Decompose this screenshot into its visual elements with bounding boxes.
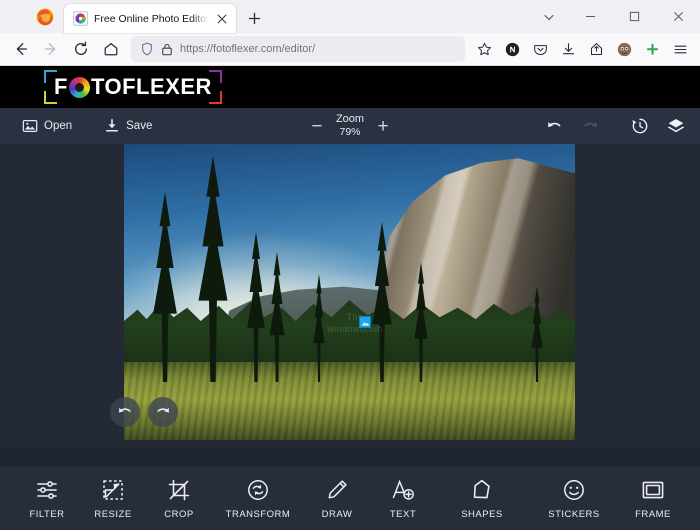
firefox-logo-icon <box>32 4 58 30</box>
canvas-watermark: The windowsclub <box>310 312 400 335</box>
home-icon[interactable] <box>96 35 125 64</box>
close-icon[interactable] <box>656 0 700 33</box>
editor-stage: The windowsclub <box>0 144 700 447</box>
account-avatar-icon[interactable] <box>611 35 638 64</box>
tool-label: RESIZE <box>94 509 132 520</box>
layers-icon[interactable] <box>666 116 686 136</box>
save-download-icon <box>104 118 120 134</box>
browser-window: Free Online Photo Editor | Foto <box>0 0 700 530</box>
notion-extension-icon[interactable] <box>499 35 526 64</box>
minimize-icon[interactable] <box>568 0 612 33</box>
tool-frame[interactable]: FRAME <box>620 477 686 520</box>
open-button-label: Open <box>44 120 73 132</box>
downloads-icon[interactable] <box>555 35 582 64</box>
padlock-icon[interactable] <box>161 43 173 56</box>
url-text[interactable]: https://fotoflexer.com/editor/ <box>180 43 315 55</box>
tool-label: STICKERS <box>548 509 600 520</box>
logo-bracket-bottom-left <box>44 91 57 104</box>
tab-title: Free Online Photo Editor | Foto <box>94 12 208 25</box>
redo-icon <box>580 116 600 136</box>
aperture-icon <box>68 76 90 98</box>
pentagon-icon <box>470 477 494 503</box>
zoom-value: 79% <box>339 126 361 139</box>
app-menu-icon[interactable] <box>667 35 694 64</box>
tool-draw[interactable]: DRAW <box>304 477 370 520</box>
tool-stickers[interactable]: STICKERS <box>528 477 620 520</box>
pocket-icon[interactable] <box>527 35 554 64</box>
forward-arrow-icon <box>36 35 65 64</box>
tools-toolbar: FILTER RESIZE CROP TRANSFORM DRAW TEXT S… <box>0 467 700 530</box>
logo-bracket-bottom-right <box>208 91 222 104</box>
save-button[interactable]: Save <box>96 114 160 138</box>
tool-resize[interactable]: RESIZE <box>80 477 146 520</box>
tool-shapes[interactable]: SHAPES <box>436 477 528 520</box>
reload-icon[interactable] <box>66 35 95 64</box>
plus-icon[interactable]: + <box>376 117 390 136</box>
zoom-readout: Zoom 79% <box>336 113 364 140</box>
zoom-label: Zoom <box>335 112 365 125</box>
star-icon[interactable] <box>471 35 498 64</box>
chevron-down-icon[interactable] <box>530 0 568 33</box>
tool-label: FILTER <box>29 509 65 520</box>
browser-titlebar: Free Online Photo Editor | Foto <box>0 0 700 33</box>
pencil-icon <box>325 477 349 503</box>
logo-bracket-top-right <box>208 70 222 83</box>
fotoflexer-aperture-icon <box>73 11 88 26</box>
crop-icon <box>167 477 191 503</box>
frame-icon <box>641 477 665 503</box>
tool-label: TEXT <box>389 509 417 520</box>
tool-corners[interactable]: CORNERS <box>686 477 700 520</box>
browser-navbar: https://fotoflexer.com/editor/ <box>0 33 700 66</box>
minus-icon[interactable]: − <box>310 117 324 136</box>
browser-tab[interactable]: Free Online Photo Editor | Foto <box>64 4 236 33</box>
tool-label: FRAME <box>635 509 671 520</box>
smiley-icon <box>562 477 586 503</box>
open-image-icon <box>22 118 38 134</box>
transform-icon <box>246 477 270 503</box>
open-button[interactable]: Open <box>14 114 80 138</box>
undo-icon[interactable] <box>544 116 564 136</box>
editor-toolbar-right <box>544 116 686 136</box>
add-extension-icon[interactable] <box>639 35 666 64</box>
back-arrow-icon[interactable] <box>6 35 35 64</box>
history-clock-icon[interactable] <box>630 116 650 136</box>
fotoflexer-logo[interactable]: F TOFLEXER <box>44 70 222 104</box>
text-add-icon <box>391 477 415 503</box>
tab-close-icon[interactable] <box>214 11 230 27</box>
shield-icon[interactable] <box>140 42 154 56</box>
tool-label: DRAW <box>321 509 353 520</box>
tool-crop[interactable]: CROP <box>146 477 212 520</box>
canvas-float-controls <box>110 397 178 427</box>
zoom-controls: − Zoom 79% + <box>310 113 390 140</box>
window-controls <box>530 0 700 33</box>
tool-label: CROP <box>164 509 194 520</box>
canvas-undo-button[interactable] <box>110 397 140 427</box>
tool-label: TRANSFORM <box>225 509 291 520</box>
url-bar[interactable]: https://fotoflexer.com/editor/ <box>131 36 465 62</box>
logo-text: F TOFLEXER <box>54 76 212 98</box>
watermark-line-2: windowsclub <box>327 323 383 334</box>
canvas-meadow <box>124 362 575 440</box>
logo-bracket-top-left <box>44 70 57 83</box>
maximize-icon[interactable] <box>612 0 656 33</box>
editor-toolbar: Open Save − Zoom 79% + <box>0 108 700 144</box>
image-canvas[interactable]: The windowsclub <box>124 144 575 440</box>
share-icon[interactable] <box>583 35 610 64</box>
tool-text[interactable]: TEXT <box>370 477 436 520</box>
resize-icon <box>101 477 125 503</box>
tool-label: SHAPES <box>461 509 503 520</box>
app-header: F TOFLEXER <box>0 66 700 108</box>
tool-filter[interactable]: FILTER <box>14 477 80 520</box>
canvas-redo-button[interactable] <box>148 397 178 427</box>
logo-text-suffix: TOFLEXER <box>90 74 212 99</box>
new-tab-button[interactable] <box>240 4 268 32</box>
image-placeholder-icon[interactable] <box>359 316 371 328</box>
save-button-label: Save <box>126 120 153 132</box>
tool-transform[interactable]: TRANSFORM <box>212 477 304 520</box>
sliders-icon <box>35 477 59 503</box>
